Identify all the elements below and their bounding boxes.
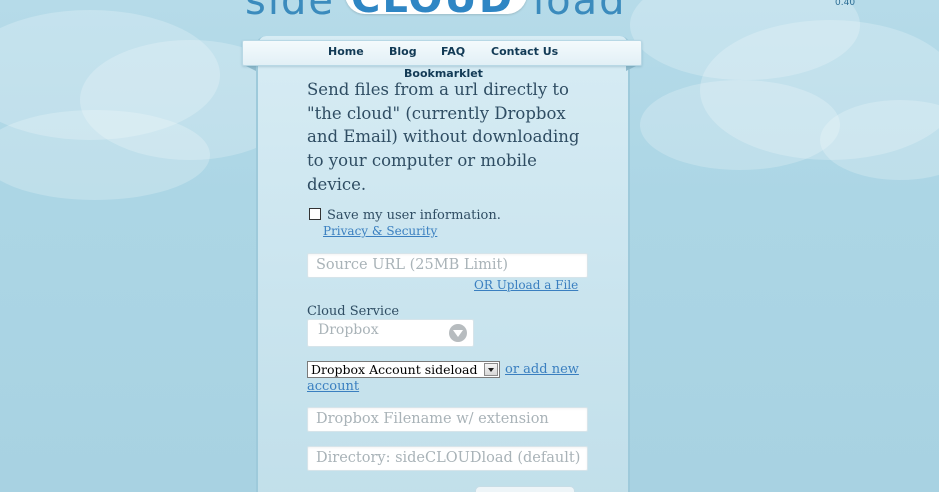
- logo-load-text: load: [533, 0, 627, 24]
- cloud-service-select[interactable]: Dropbox: [307, 319, 474, 347]
- intro-text: Send files from a url directly to "the c…: [307, 80, 580, 194]
- nav-bar: Home Blog FAQ Contact Us: [242, 40, 642, 66]
- add-new-account-link[interactable]: or add new account: [307, 362, 579, 394]
- nav-contact-link[interactable]: Contact Us: [491, 45, 558, 58]
- background-cloud: [0, 110, 210, 200]
- privacy-security-link[interactable]: Privacy & Security: [323, 224, 437, 238]
- chevron-down-icon[interactable]: [449, 324, 467, 342]
- site-logo[interactable]: side CLOUD load Beta 0.40: [245, 0, 855, 24]
- nav-links: Home Blog FAQ Contact Us: [243, 41, 641, 65]
- directory-input[interactable]: Directory: sideCLOUDload (default): [307, 446, 588, 471]
- nav-home-link[interactable]: Home: [328, 45, 364, 58]
- save-user-info-label[interactable]: Save my user information.: [327, 208, 501, 223]
- source-url-input[interactable]: Source URL (25MB Limit): [307, 253, 588, 278]
- nav-blog-link[interactable]: Blog: [389, 45, 417, 58]
- dropbox-filename-input[interactable]: Dropbox Filename w/ extension: [307, 407, 588, 432]
- logo-cloud-text: CLOUD: [351, 0, 514, 22]
- cloud-service-value: Dropbox: [318, 322, 379, 338]
- submit-button[interactable]: [475, 486, 575, 492]
- save-user-info-checkbox[interactable]: [309, 208, 321, 220]
- background-cloud: [640, 80, 840, 170]
- cloud-service-label: Cloud Service: [307, 304, 400, 319]
- logo-side-text: side: [245, 0, 335, 24]
- add-account-wrapper: or add new account: [307, 361, 587, 395]
- nav-faq-link[interactable]: FAQ: [441, 45, 465, 58]
- version-label: Beta 0.40: [835, 0, 856, 8]
- upload-file-link[interactable]: OR Upload a File: [474, 278, 578, 292]
